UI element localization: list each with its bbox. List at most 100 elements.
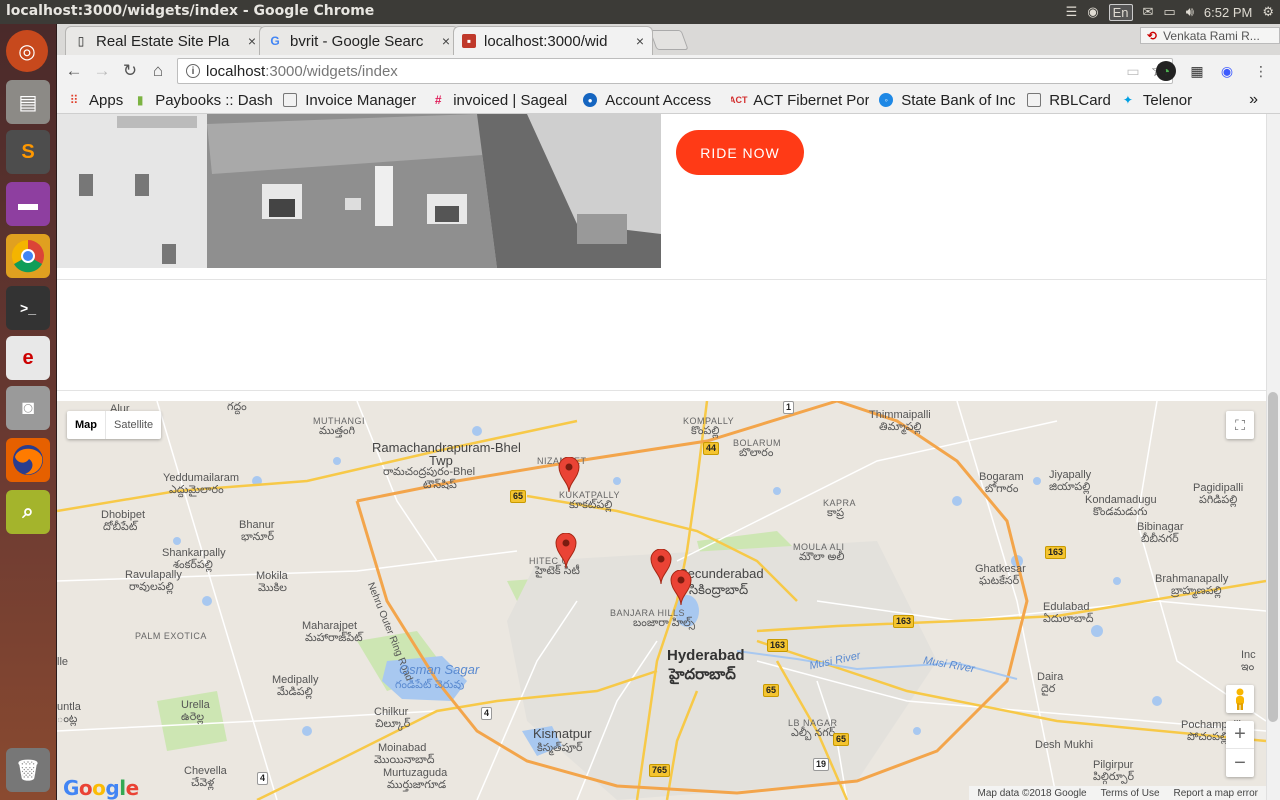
trash-icon[interactable]: 🗑︎ [6, 748, 50, 792]
bookmark-sbi[interactable]: ◦ State Bank of Inc [879, 92, 1017, 109]
cast-icon[interactable]: ▭ [1123, 61, 1143, 81]
terminal-icon[interactable]: >_ [6, 286, 50, 330]
editor-icon[interactable]: e [6, 336, 50, 380]
firefox-icon[interactable] [6, 438, 50, 482]
slack-icon: # [434, 93, 442, 107]
tab-google-search[interactable]: G bvrit - Google Searc × [259, 26, 459, 55]
bookmark-invoiced[interactable]: # invoiced | Sageal [431, 92, 573, 109]
zoom-out-button[interactable]: − [1226, 749, 1254, 777]
act-icon: ACT [731, 95, 748, 105]
new-tab-button[interactable] [649, 30, 689, 50]
sublime-text-icon[interactable]: S [6, 130, 50, 174]
bookmark-account-access[interactable]: ● Account Access [583, 92, 721, 109]
tab-localhost[interactable]: ▪ localhost:3000/wid × [453, 26, 653, 55]
highway-shield: 65 [510, 490, 527, 503]
home-icon[interactable]: ⌂ [147, 60, 169, 82]
bookmark-invoice-manager[interactable]: Invoice Manager [283, 92, 421, 109]
highway-shield: 4 [481, 707, 493, 720]
back-arrow-icon[interactable]: ← [63, 60, 85, 82]
info-icon[interactable]: i [186, 64, 200, 78]
volume-icon[interactable]: 🔊︎ [1186, 4, 1194, 20]
keyboard-language[interactable]: En [1108, 3, 1133, 21]
menu-icon[interactable]: ☰ [1066, 4, 1078, 20]
map-label: lle [57, 656, 69, 668]
bookmark-act-fibernet[interactable]: ACT ACT Fibernet Por [731, 92, 869, 109]
map-label: మౌలా అలీ [799, 551, 845, 563]
chrome-menu-icon[interactable]: ⋮ [1251, 61, 1271, 81]
report-map-error-link[interactable]: Report a map error [1174, 788, 1258, 799]
map-type-map-button[interactable]: Map [67, 411, 105, 439]
ubuntu-dash-icon[interactable]: ◎ [6, 30, 48, 72]
url-host: localhost [206, 62, 266, 80]
map-label: Ravulapally [125, 569, 182, 581]
map-label: Dhobipet [101, 509, 146, 521]
account-icon: ● [583, 93, 598, 107]
chrome-icon[interactable] [6, 234, 50, 278]
map-marker-pin-icon[interactable] [650, 549, 672, 585]
forward-arrow-icon[interactable]: → [91, 60, 113, 82]
tab-real-estate[interactable]: ▯ Real Estate Site Pla × [65, 26, 265, 55]
highway-shield: 19 [813, 758, 830, 771]
url-path: :3000/widgets/index [265, 62, 398, 80]
map-label: Hyderabad [667, 647, 745, 664]
close-tab-icon[interactable]: × [636, 33, 644, 49]
extension-blue-icon[interactable]: ◉ [1217, 61, 1237, 81]
bookmark-telenor[interactable]: ✦ Telenor [1121, 92, 1192, 109]
map-label: బోగారం [985, 483, 1019, 495]
bookmark-apps[interactable]: ⠿ Apps [67, 92, 124, 109]
terms-of-use-link[interactable]: Terms of Use [1101, 788, 1160, 799]
app-window-icon[interactable]: ▬ [6, 182, 50, 226]
map-marker-pin-icon[interactable] [558, 457, 580, 493]
battery-icon[interactable]: ▭ [1163, 4, 1175, 20]
system-monitor-icon[interactable]: ⌕ [6, 490, 50, 534]
map-label: చేవెళ్ల [191, 777, 215, 789]
map-label: పగిడిపల్లి [1199, 494, 1238, 506]
map-type-satellite-button[interactable]: Satellite [105, 411, 161, 439]
mail-icon[interactable]: ✉ [1143, 4, 1154, 20]
map-label: Urella [181, 699, 210, 711]
map-label: కూకట్‌పల్లి [569, 499, 613, 511]
close-tab-icon[interactable]: × [248, 33, 256, 49]
bookmark-paybooks[interactable]: ▮ Paybooks :: Dash [133, 92, 273, 109]
map-label: Yeddumailaram [163, 472, 240, 484]
scrollbar-thumb[interactable] [1268, 392, 1278, 722]
camera-icon[interactable]: ◙ [6, 386, 50, 430]
close-tab-icon[interactable]: × [442, 33, 450, 49]
map-label: బొలారం [739, 447, 774, 459]
files-icon[interactable]: ▤ [6, 80, 50, 124]
map-label: ఇం [1241, 661, 1255, 673]
reload-icon[interactable]: ↻ [119, 60, 141, 82]
map-marker-pin-icon[interactable] [670, 570, 692, 606]
map-label: Chevella [184, 765, 227, 777]
paybooks-icon: ▮ [136, 93, 144, 107]
map-label: PALM EXOTICA [135, 631, 207, 641]
map-label: కొంపల్లి [691, 425, 720, 437]
map-marker-pin-icon[interactable] [555, 533, 577, 569]
address-bar[interactable]: i localhost:3000/widgets/index ☆ [177, 58, 1173, 84]
map-label: Bogaram [979, 471, 1024, 483]
scrollbar[interactable] [1266, 114, 1280, 800]
profile-button[interactable]: ⟲ Venkata Rami R... [1140, 27, 1280, 44]
map-type-control: Map Satellite [67, 411, 162, 439]
fullscreen-icon[interactable]: ⛶ [1226, 411, 1254, 439]
sbi-icon: ◦ [879, 93, 894, 107]
bookmarks-overflow-icon[interactable]: » [1249, 91, 1258, 109]
zoom-in-button[interactable]: + [1226, 721, 1254, 749]
map-label: Ghatkesar [975, 563, 1026, 575]
ride-now-button[interactable]: RIDE NOW [676, 130, 804, 175]
bookmark-rblcard[interactable]: RBLCard [1027, 92, 1111, 109]
map-label: దైర [1041, 683, 1056, 695]
page-icon [283, 93, 298, 107]
settings-gear-icon[interactable]: ⚙ [1262, 4, 1274, 20]
google-map[interactable]: Alur గద్దం MUTHANGI ముత్తంగి Ramachandra… [57, 401, 1266, 800]
map-label: Medipally [272, 674, 319, 686]
extension-grid-icon[interactable]: ▦ [1187, 61, 1207, 81]
map-label: చిల్కూర్ [375, 718, 411, 730]
map-label: మొయినాబాద్ [374, 754, 435, 766]
wifi-icon[interactable]: ◉ [1087, 4, 1098, 20]
profile-icon: ⟲ [1147, 28, 1158, 43]
map-label: Pagidipalli [1193, 482, 1244, 494]
extension-circle-icon[interactable]: ◔ [1156, 61, 1176, 81]
clock[interactable]: 6:52 PM [1204, 5, 1252, 20]
street-view-pegman-icon[interactable] [1226, 685, 1254, 713]
